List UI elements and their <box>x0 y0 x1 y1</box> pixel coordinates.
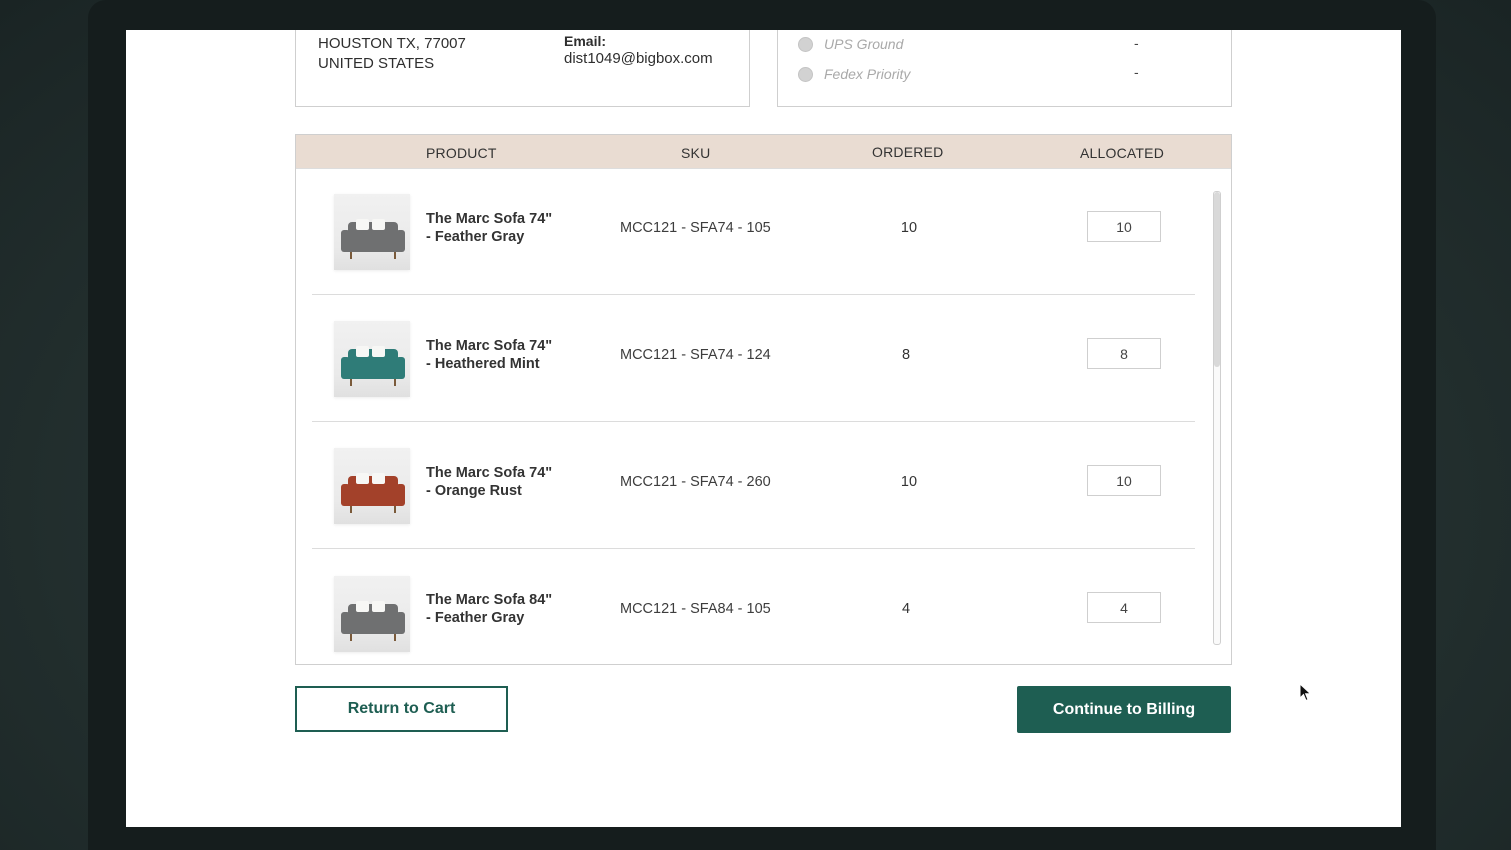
allocated-qty-input[interactable] <box>1087 211 1161 242</box>
pillow <box>372 473 385 484</box>
allocation-table: PRODUCT SKU ORDERED ALLOCATED The Marc S… <box>295 134 1232 665</box>
mouse-cursor-icon <box>1299 683 1312 702</box>
pillow <box>372 346 385 357</box>
sofa-leg <box>350 634 352 641</box>
sofa-leg <box>394 252 396 259</box>
sofa-leg <box>350 252 352 259</box>
product-name-line1: The Marc Sofa 84" <box>426 592 553 608</box>
header-allocated: ALLOCATED <box>1080 145 1165 161</box>
product-sku: MCC121 - SFA74 - 124 <box>620 347 771 363</box>
product-name: The Marc Sofa 84" - Feather Gray <box>426 591 576 627</box>
product-thumbnail <box>334 194 410 270</box>
product-name-line1: The Marc Sofa 74" <box>426 465 553 481</box>
return-to-cart-button[interactable]: Return to Cart <box>295 686 508 732</box>
sofa-leg <box>394 634 396 641</box>
ordered-qty: 8 <box>901 347 911 363</box>
ordered-qty: 10 <box>900 220 918 236</box>
sofa-seat <box>343 620 403 634</box>
product-sku: MCC121 - SFA84 - 105 <box>620 601 771 617</box>
shipping-option-price: - <box>1134 64 1139 80</box>
sofa-seat <box>343 365 403 379</box>
pillow <box>356 473 369 484</box>
table-row: The Marc Sofa 84" - Feather Gray MCC121 … <box>312 550 1195 664</box>
shipping-option-ups[interactable]: UPS Ground <box>798 35 903 53</box>
scrollbar-thumb[interactable] <box>1214 192 1220 367</box>
table-header: PRODUCT SKU ORDERED ALLOCATED <box>296 135 1231 169</box>
pillow <box>372 219 385 230</box>
product-thumbnail <box>334 321 410 397</box>
product-name-line2: - Orange Rust <box>426 483 522 499</box>
sofa-leg <box>350 506 352 513</box>
product-name-line2: - Heathered Mint <box>426 356 540 372</box>
radio-icon[interactable] <box>798 36 813 52</box>
allocated-qty-input[interactable] <box>1087 338 1161 369</box>
product-name-line2: - Feather Gray <box>426 610 525 626</box>
table-row: The Marc Sofa 74" - Feather Gray MCC121 … <box>312 169 1195 295</box>
pillow <box>356 601 369 612</box>
product-name-line1: The Marc Sofa 74" <box>426 338 553 354</box>
product-name: The Marc Sofa 74" - Orange Rust <box>426 464 576 500</box>
sofa-leg <box>394 506 396 513</box>
product-name-line2: - Feather Gray <box>426 229 525 245</box>
email-value: dist1049@bigbox.com <box>564 50 713 67</box>
product-sku: MCC121 - SFA74 - 105 <box>620 220 771 236</box>
ordered-qty: 10 <box>900 474 918 490</box>
address-country: UNITED STATES <box>318 55 435 72</box>
product-name-line1: The Marc Sofa 74" <box>426 211 553 227</box>
sofa-seat <box>343 238 403 252</box>
email-label: Email: <box>564 33 607 49</box>
sofa-seat <box>343 492 403 506</box>
shipping-option-label: Fedex Priority <box>824 66 911 82</box>
table-scrollbar[interactable] <box>1213 191 1221 645</box>
sofa-leg <box>394 379 396 386</box>
product-name: The Marc Sofa 74" - Heathered Mint <box>426 337 576 373</box>
ordered-qty: 4 <box>901 601 911 617</box>
table-row: The Marc Sofa 74" - Heathered Mint MCC12… <box>312 296 1195 422</box>
allocated-qty-input[interactable] <box>1087 592 1161 623</box>
app-screen: HOUSTON TX, 77007 UNITED STATES Email: d… <box>126 30 1401 827</box>
shipping-option-label: UPS Ground <box>824 36 904 52</box>
header-sku: SKU <box>681 145 711 161</box>
header-ordered: ORDERED <box>872 144 944 160</box>
product-thumbnail <box>334 576 410 652</box>
pillow <box>356 219 369 230</box>
shipping-method-panel: UPS Ground - Fedex Priority - <box>777 30 1232 107</box>
header-product: PRODUCT <box>426 145 497 161</box>
table-row: The Marc Sofa 74" - Orange Rust MCC121 -… <box>312 423 1195 549</box>
address-city-line: HOUSTON TX, 77007 <box>318 35 466 52</box>
row-divider <box>312 548 1195 549</box>
row-divider <box>312 294 1195 295</box>
product-name: The Marc Sofa 74" - Feather Gray <box>426 210 576 246</box>
continue-to-billing-button[interactable]: Continue to Billing <box>1017 686 1231 733</box>
row-divider <box>312 421 1195 422</box>
radio-icon[interactable] <box>798 66 813 82</box>
allocated-qty-input[interactable] <box>1087 465 1161 496</box>
shipping-address-panel: HOUSTON TX, 77007 UNITED STATES Email: d… <box>295 30 750 107</box>
shipping-option-fedex[interactable]: Fedex Priority <box>798 65 910 83</box>
sofa-leg <box>350 379 352 386</box>
product-sku: MCC121 - SFA74 - 260 <box>620 474 771 490</box>
shipping-option-price: - <box>1134 35 1139 51</box>
pillow <box>372 601 385 612</box>
pillow <box>356 346 369 357</box>
product-thumbnail <box>334 448 410 524</box>
